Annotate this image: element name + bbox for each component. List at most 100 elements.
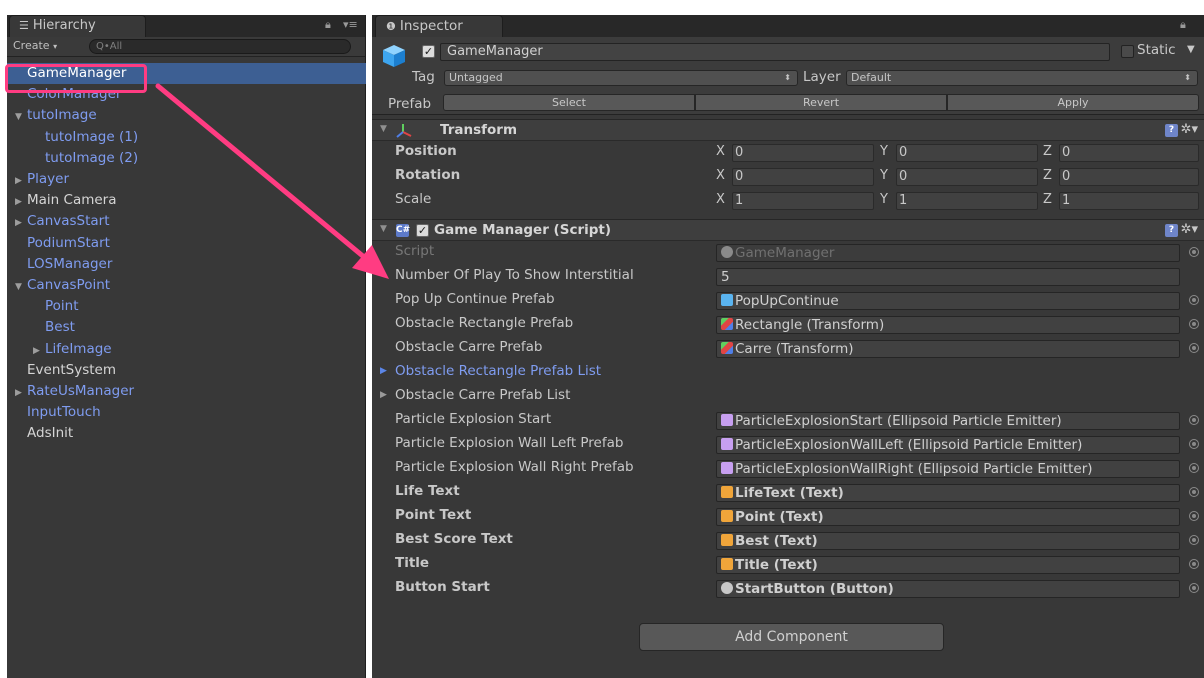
component-enabled-checkbox[interactable]: ✓ (416, 224, 429, 237)
script-field-value[interactable]: LifeText (Text) (716, 484, 1180, 502)
hierarchy-item[interactable]: ▶ RateUsManager (7, 381, 366, 402)
hierarchy-item[interactable]: LOSManager (7, 254, 366, 275)
object-picker-icon[interactable] (1189, 295, 1199, 305)
object-picker-icon[interactable] (1189, 463, 1199, 473)
fold-closed-icon[interactable]: ▶ (15, 171, 27, 192)
fold-closed-icon[interactable]: ▶ (380, 366, 387, 376)
script-field-value-text: GameManager (735, 245, 835, 261)
static-checkbox[interactable] (1121, 45, 1134, 58)
script-field-label[interactable]: Obstacle Rectangle Prefab List (395, 363, 601, 379)
object-picker-icon[interactable] (1189, 511, 1199, 521)
prefab-apply-button[interactable]: Apply (947, 94, 1199, 111)
script-field-row: Particle Explosion Start ParticleExplosio… (372, 409, 1204, 433)
tag-dropdown[interactable]: Untagged ⬍ (444, 70, 798, 86)
hierarchy-item[interactable]: ▶ LifeImage (7, 339, 366, 360)
layer-dropdown[interactable]: Default ⬍ (846, 70, 1198, 86)
script-field-value[interactable]: 5 (716, 268, 1180, 286)
transform-x-group: X0 (716, 168, 876, 187)
hierarchy-item[interactable]: ▼ CanvasPoint (7, 275, 366, 296)
hierarchy-item[interactable]: ▶ Main Camera (7, 190, 366, 211)
script-field-value[interactable]: Rectangle (Transform) (716, 316, 1180, 334)
script-component-header[interactable]: ▼ C# ✓ Game Manager (Script) ? ✲▾ (372, 219, 1204, 241)
object-picker-icon[interactable] (1189, 415, 1199, 425)
script-field-label[interactable]: Obstacle Carre Prefab List (395, 387, 570, 403)
hierarchy-item[interactable]: AdsInit (7, 423, 366, 444)
help-icon[interactable]: ? (1165, 224, 1178, 237)
prefab-icon (721, 294, 733, 306)
hierarchy-item[interactable]: tutoImage (2) (7, 148, 366, 169)
prefab-select-button[interactable]: Select (443, 94, 695, 111)
script-field-value[interactable]: StartButton (Button) (716, 580, 1180, 598)
script-field-value[interactable]: Point (Text) (716, 508, 1180, 526)
hierarchy-item[interactable]: InputTouch (7, 402, 366, 423)
hierarchy-item[interactable]: ▶ Player (7, 169, 366, 190)
fold-closed-icon[interactable]: ▶ (15, 383, 27, 404)
hierarchy-item[interactable]: Best (7, 317, 366, 338)
static-dropdown-icon[interactable]: ▼ (1187, 44, 1195, 55)
add-component-button[interactable]: Add Component (639, 623, 944, 651)
lock-icon[interactable]: 🔒︎ (1180, 18, 1186, 32)
gameobject-header: ✓ GameManager Static ▼ Tag Untagged ⬍ Lay… (372, 37, 1204, 115)
transform-x-field[interactable]: 0 (732, 168, 874, 186)
help-icon[interactable]: ? (1165, 124, 1178, 137)
fold-open-icon[interactable]: ▼ (380, 224, 387, 234)
fold-open-icon[interactable]: ▼ (15, 277, 27, 298)
hierarchy-item[interactable]: ▶ CanvasStart (7, 211, 366, 232)
fold-closed-icon[interactable]: ▶ (15, 213, 27, 234)
transform-header[interactable]: ▼ Transform ? ✲▾ (372, 119, 1204, 141)
object-picker-icon[interactable] (1189, 319, 1199, 329)
object-name-field[interactable]: GameManager (440, 43, 1110, 61)
inspector-tab-bar: ❶ Inspector 🔒︎ (372, 15, 1204, 37)
create-dropdown[interactable]: Create ▾ (13, 39, 57, 52)
script-field-value[interactable]: ParticleExplosionStart (Ellipsoid Partic… (716, 412, 1180, 430)
script-field-value[interactable]: ParticleExplosionWallRight (Ellipsoid Pa… (716, 460, 1180, 478)
object-picker-icon[interactable] (1189, 583, 1199, 593)
fold-closed-icon[interactable]: ▶ (380, 390, 387, 400)
prefab-buttons: Select Revert Apply (443, 94, 1199, 111)
transform-y-field[interactable]: 0 (896, 168, 1038, 186)
gear-icon[interactable]: ✲▾ (1181, 122, 1198, 137)
hierarchy-item-label: CanvasStart (27, 213, 110, 230)
script-field-value[interactable]: Title (Text) (716, 556, 1180, 574)
script-field-label: Button Start (395, 579, 490, 595)
transform-x-field[interactable]: 0 (732, 144, 874, 162)
hierarchy-tab[interactable]: ☰ Hierarchy (9, 15, 146, 37)
panel-menu-icon[interactable]: ▾≡ (343, 18, 358, 31)
transform-z-field[interactable]: 0 (1059, 144, 1199, 162)
gear-icon[interactable]: ✲▾ (1181, 222, 1198, 237)
script-field-value[interactable]: Best (Text) (716, 532, 1180, 550)
fold-open-icon[interactable]: ▼ (380, 124, 387, 134)
object-picker-icon[interactable] (1189, 439, 1199, 449)
prefab-revert-button[interactable]: Revert (695, 94, 947, 111)
hierarchy-search-input[interactable]: Q•All (89, 39, 351, 54)
transform-x-field[interactable]: 1 (732, 192, 874, 210)
object-picker-icon[interactable] (1189, 247, 1199, 257)
hierarchy-item[interactable]: PodiumStart (7, 233, 366, 254)
fold-closed-icon[interactable]: ▶ (33, 341, 45, 362)
object-picker-icon[interactable] (1189, 343, 1199, 353)
transform-z-field[interactable]: 1 (1059, 192, 1199, 210)
hierarchy-item[interactable]: EventSystem (7, 360, 366, 381)
lock-icon[interactable]: 🔒︎ (325, 18, 331, 32)
script-field-value-text: Carre (Transform) (735, 341, 854, 357)
script-field-value[interactable]: PopUpContinue (716, 292, 1180, 310)
object-picker-icon[interactable] (1189, 559, 1199, 569)
hierarchy-item[interactable]: tutoImage (1) (7, 127, 366, 148)
hierarchy-item[interactable]: Point (7, 296, 366, 317)
object-picker-icon[interactable] (1189, 487, 1199, 497)
transform-z-field[interactable]: 0 (1059, 168, 1199, 186)
script-field-value-text: Point (Text) (735, 509, 824, 525)
inspector-panel: ❶ Inspector 🔒︎ ✓ GameManager Static ▼ Tag… (372, 15, 1204, 678)
fold-closed-icon[interactable]: ▶ (15, 192, 27, 213)
active-checkbox[interactable]: ✓ (422, 45, 435, 58)
hierarchy-item[interactable]: ▼ tutoImage (7, 105, 366, 126)
script-field-value[interactable]: ParticleExplosionWallLeft (Ellipsoid Par… (716, 436, 1180, 454)
object-picker-icon[interactable] (1189, 535, 1199, 545)
transform-y-field[interactable]: 1 (896, 192, 1038, 210)
script-field-value[interactable]: Carre (Transform) (716, 340, 1180, 358)
script-field-label: Particle Explosion Wall Right Prefab (395, 459, 634, 475)
transform-y-field[interactable]: 0 (896, 144, 1038, 162)
tag-value: Untagged (449, 71, 503, 84)
inspector-tab[interactable]: ❶ Inspector (375, 15, 503, 37)
fold-open-icon[interactable]: ▼ (15, 107, 27, 128)
